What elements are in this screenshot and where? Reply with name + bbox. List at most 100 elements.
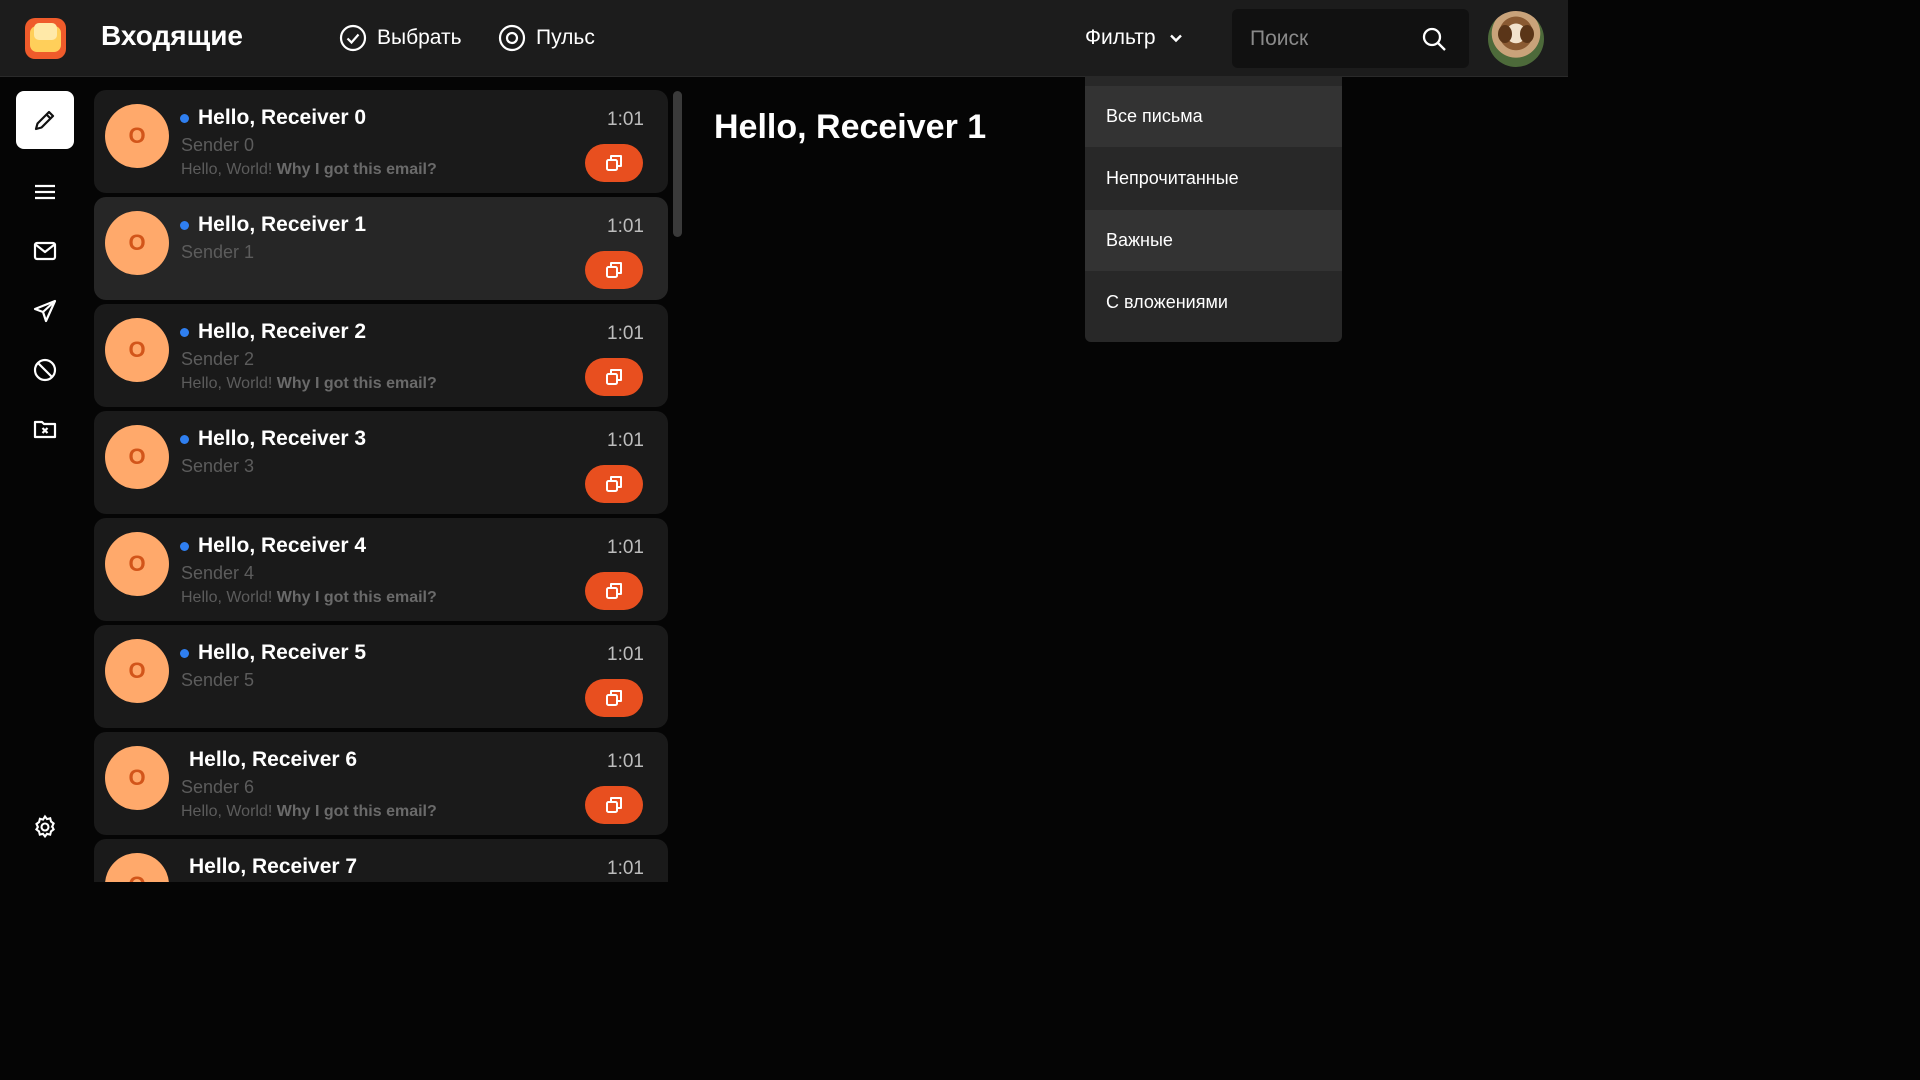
- copy-icon: [606, 690, 622, 706]
- mail-time: 1:01: [607, 751, 644, 772]
- block-icon: [33, 358, 57, 382]
- mail-item[interactable]: O Hello, Receiver 3 Sender 3 1:01: [94, 411, 668, 514]
- select-button[interactable]: Выбрать: [339, 24, 462, 52]
- compose-button[interactable]: [16, 91, 74, 149]
- mail-time: 1:01: [607, 644, 644, 665]
- mail-time: 1:01: [607, 109, 644, 130]
- mail-preview: Hello, World! Why I got this email?: [181, 803, 437, 821]
- mail-preview-text: Hello, World!: [181, 375, 273, 392]
- mail-item[interactable]: O Hello, Receiver 2 Sender 2 Hello, World! …: [94, 304, 668, 407]
- mail-time: 1:01: [607, 537, 644, 558]
- gear-icon: [35, 814, 55, 839]
- mail-time: 1:01: [607, 858, 644, 879]
- mail-subject: Hello, Receiver 5: [198, 641, 367, 664]
- mail-subject: Hello, Receiver 6: [189, 748, 358, 771]
- mail-item[interactable]: O Hello, Receiver 6 Sender 6 Hello, World! …: [94, 732, 668, 835]
- mail-list-scrollbar[interactable]: [673, 91, 682, 237]
- unread-dot: [180, 542, 189, 551]
- check-circle-icon: [339, 24, 367, 52]
- mail-preview-bold: Why I got this email?: [276, 589, 437, 606]
- copy-icon: [606, 262, 622, 278]
- sender-avatar-letter: O: [128, 230, 146, 255]
- sender-avatar-letter: O: [128, 658, 146, 683]
- open-mail-button[interactable]: [585, 251, 643, 289]
- filter-option[interactable]: С вложениями: [1085, 272, 1342, 333]
- sender-avatar: O: [105, 853, 169, 882]
- unread-dot: [180, 114, 189, 123]
- sent-button[interactable]: [16, 282, 74, 340]
- copy-icon: [606, 797, 622, 813]
- mail-subject: Hello, Receiver 4: [198, 534, 367, 557]
- open-mail-button[interactable]: [585, 786, 643, 824]
- mail-preview: Hello, World! Why I got this email?: [181, 375, 437, 393]
- mail-time: 1:01: [607, 323, 644, 344]
- mail-preview-text: Hello, World!: [181, 803, 273, 820]
- search-input[interactable]: [1232, 9, 1430, 68]
- open-mail-button[interactable]: [585, 679, 643, 717]
- mail-item[interactable]: O Hello, Receiver 7 1:01: [94, 839, 668, 882]
- mail-item[interactable]: O Hello, Receiver 1 Sender 1 1:01: [94, 197, 668, 300]
- mail-item[interactable]: O Hello, Receiver 0 Sender 0 Hello, World! …: [94, 90, 668, 193]
- mail-preview: Hello, World! Why I got this email?: [181, 161, 437, 179]
- mail-sender: Sender 0: [181, 135, 255, 155]
- sender-avatar-letter: O: [128, 123, 146, 148]
- send-icon: [33, 299, 57, 323]
- chevron-down-icon: [1169, 34, 1182, 43]
- filter-dropdown-toggle[interactable]: Фильтр: [1085, 26, 1184, 50]
- envelope-icon: [33, 241, 57, 261]
- filter-option[interactable]: Все письма: [1085, 86, 1342, 147]
- mail-preview-bold: Why I got this email?: [276, 803, 437, 820]
- unread-dot: [180, 328, 189, 337]
- open-mail-button[interactable]: [585, 144, 643, 182]
- mail-item[interactable]: O Hello, Receiver 5 Sender 5 1:01: [94, 625, 668, 728]
- sender-avatar: O: [105, 104, 169, 168]
- open-mail-button[interactable]: [585, 572, 643, 610]
- target-icon: [498, 24, 526, 52]
- trash-button[interactable]: [16, 400, 74, 458]
- search-icon[interactable]: [1421, 26, 1447, 52]
- app-logo[interactable]: [25, 18, 66, 59]
- copy-icon: [606, 369, 622, 385]
- sender-avatar: O: [105, 746, 169, 810]
- sender-avatar-letter: O: [128, 872, 145, 882]
- spam-button[interactable]: [16, 341, 74, 399]
- pulse-label: Пульс: [536, 26, 595, 49]
- unread-dot: [180, 435, 189, 444]
- filter-option[interactable]: Важные: [1085, 210, 1342, 271]
- page-title: Входящие: [101, 20, 243, 51]
- mail-subject: Hello, Receiver 0: [198, 106, 367, 129]
- settings-button[interactable]: [16, 798, 74, 856]
- mail-sender: Sender 2: [181, 349, 255, 369]
- sender-avatar-letter: O: [128, 444, 146, 469]
- open-mail-button[interactable]: [585, 358, 643, 396]
- mail-preview-text: Hello, World!: [181, 589, 273, 606]
- user-avatar[interactable]: [1488, 11, 1544, 67]
- sender-avatar-letter: O: [128, 765, 146, 790]
- select-label: Выбрать: [377, 26, 462, 49]
- mail-preview-bold: Why I got this email?: [276, 161, 437, 178]
- mail-time: 1:01: [607, 430, 644, 451]
- folder-x-icon: [33, 420, 57, 439]
- unread-dot: [180, 221, 189, 230]
- sender-avatar: O: [105, 532, 169, 596]
- top-bar: Входящие Выбрать Пульс Фильтр: [0, 0, 1568, 77]
- mail-sender: Sender 4: [181, 563, 255, 583]
- mail-item[interactable]: O Hello, Receiver 4 Sender 4 Hello, World! …: [94, 518, 668, 621]
- open-mail-button[interactable]: [585, 465, 643, 503]
- pulse-button[interactable]: Пульс: [498, 24, 595, 52]
- sender-avatar-letter: O: [128, 337, 146, 362]
- filter-option[interactable]: Непрочитанные: [1085, 148, 1342, 209]
- mail-sender: Sender 5: [181, 670, 255, 690]
- inbox-button[interactable]: [16, 222, 74, 280]
- mail-sender: Sender 6: [181, 777, 255, 797]
- pencil-icon: [34, 110, 55, 131]
- mail-preview-bold: Why I got this email?: [276, 375, 437, 392]
- mail-preview: Hello, World! Why I got this email?: [181, 589, 437, 607]
- filter-menu: Все письма Непрочитанные Важные С вложениям…: [1085, 76, 1342, 342]
- menu-button[interactable]: [16, 163, 74, 221]
- mail-list[interactable]: O Hello, Receiver 0 Sender 0 Hello, World! …: [94, 90, 668, 882]
- sender-avatar-letter: O: [128, 551, 146, 576]
- mail-subject: Hello, Receiver 2: [198, 320, 367, 343]
- copy-icon: [606, 583, 622, 599]
- mail-subject: Hello, Receiver 7: [189, 855, 358, 878]
